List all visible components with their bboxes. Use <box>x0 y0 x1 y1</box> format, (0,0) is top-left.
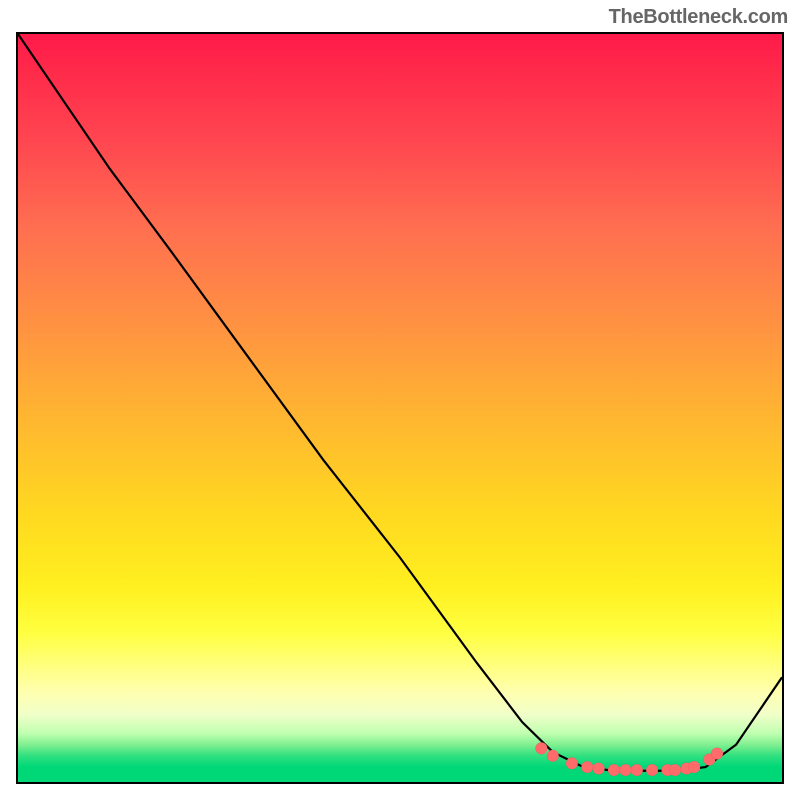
watermark-text: TheBottleneck.com <box>609 6 788 29</box>
data-dot <box>688 761 700 773</box>
data-dot <box>619 764 631 776</box>
data-dot <box>711 748 723 760</box>
data-dot <box>646 764 658 776</box>
bottleneck-curve <box>18 34 782 771</box>
data-dot <box>593 763 605 775</box>
data-dot <box>535 742 547 754</box>
data-dot <box>547 750 559 762</box>
chart-area <box>16 32 784 784</box>
data-dots <box>535 742 723 776</box>
data-dot <box>669 764 681 776</box>
curve-overlay <box>18 34 782 782</box>
data-dot <box>566 757 578 769</box>
data-dot <box>631 764 643 776</box>
data-dot <box>581 761 593 773</box>
data-dot <box>608 764 620 776</box>
